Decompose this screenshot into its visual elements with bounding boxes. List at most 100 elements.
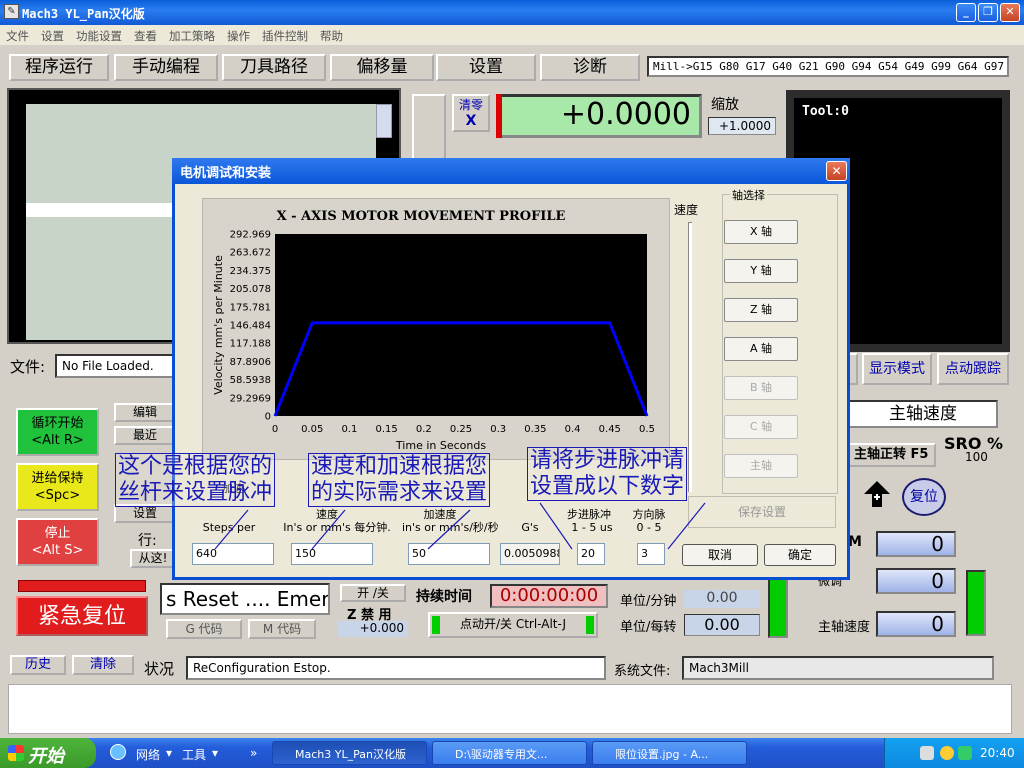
- annotation-box-3: 请将步进脉冲请 设置成以下数字: [527, 447, 688, 501]
- axis-c-button[interactable]: C 轴: [724, 415, 798, 439]
- reset-button[interactable]: 复位: [902, 478, 946, 516]
- x-tick-label: 0.3: [490, 424, 506, 435]
- menu-view[interactable]: 查看: [128, 25, 163, 44]
- clock: 20:40: [980, 746, 1015, 760]
- y-tick-label: 87.8906: [230, 357, 271, 368]
- save-settings-button[interactable]: 保存设置: [688, 496, 836, 528]
- tab-offsets[interactable]: 偏移量: [330, 54, 434, 81]
- spindle-forward-button[interactable]: 主轴正转 F5: [848, 443, 936, 467]
- jog-toggle-button[interactable]: 点动开/关 Ctrl-Alt-J: [428, 612, 598, 638]
- tab-toolpath[interactable]: 刀具路径: [222, 54, 326, 81]
- axis-a-button[interactable]: A 轴: [724, 337, 798, 361]
- jog-follow-button[interactable]: 点动跟踪: [937, 353, 1009, 385]
- dir-pulse-range: 0 - 5: [636, 521, 662, 534]
- menu-operate[interactable]: 操作: [221, 25, 256, 44]
- steps-per-input[interactable]: 640: [192, 543, 274, 565]
- estop-indicator: [18, 580, 146, 592]
- tab-mdi[interactable]: 手动编程: [114, 54, 218, 81]
- menu-toolpath[interactable]: 加工策略: [163, 25, 221, 44]
- ie-icon[interactable]: [110, 744, 126, 760]
- z-inhibit-value[interactable]: +0.000: [338, 621, 408, 637]
- taskbar-item-folder[interactable]: D:\驱动器专用文...: [432, 741, 587, 765]
- home-arrow-icon[interactable]: [862, 479, 892, 509]
- taskbar-item-mach3[interactable]: Mach3 YL_Pan汉化版: [272, 741, 427, 765]
- tab-program-run[interactable]: 程序运行: [9, 54, 109, 81]
- spindle-axis-button[interactable]: 主轴: [724, 454, 798, 478]
- menu-help[interactable]: 帮助: [314, 25, 349, 44]
- feed-hold-button[interactable]: 进给保持 <Spc>: [16, 463, 99, 511]
- dir-pulse-input[interactable]: 3: [637, 543, 665, 565]
- y-tick-label: 0: [265, 412, 271, 423]
- scale-value[interactable]: +1.0000: [708, 117, 776, 135]
- more-chevron-icon[interactable]: »: [250, 746, 257, 760]
- y-tick-label: 117.188: [230, 339, 271, 350]
- y-tick-label: 263.672: [230, 248, 271, 259]
- tab-settings[interactable]: 设置: [436, 54, 536, 81]
- menu-settings[interactable]: 设置: [35, 25, 70, 44]
- tray-speaker-icon[interactable]: [940, 746, 954, 760]
- x-tick-label: 0.35: [524, 424, 546, 435]
- cycle-start-button[interactable]: 循环开始 <Alt R>: [16, 408, 99, 456]
- app-icon[interactable]: ✎: [4, 4, 19, 19]
- close-button[interactable]: ✕: [1000, 3, 1020, 22]
- gcode-button[interactable]: G 代码: [166, 619, 242, 639]
- tools-toolbar[interactable]: 工具: [182, 746, 206, 763]
- network-dropdown-icon[interactable]: ▾: [166, 746, 172, 760]
- x-dro[interactable]: +0.0000: [498, 94, 702, 138]
- display-mode-button[interactable]: 显示模式: [862, 353, 932, 385]
- tab-diagnostics[interactable]: 诊断: [540, 54, 640, 81]
- annotation-3-line-2: 设置成以下数字: [530, 474, 685, 499]
- velocity-input[interactable]: 150: [291, 543, 373, 565]
- minimize-button[interactable]: _: [956, 3, 976, 22]
- run-from-here-button[interactable]: 从这!: [130, 549, 176, 568]
- status-label: 状况: [144, 660, 175, 678]
- velocity-slider[interactable]: [688, 222, 692, 492]
- x-tick-label: 0.15: [375, 424, 397, 435]
- stop-button[interactable]: 停止 <Alt S>: [16, 518, 99, 566]
- recent-button[interactable]: 最近: [114, 426, 176, 445]
- feed-hold-label: 进给保持: [31, 471, 84, 486]
- chart-title: X - AXIS MOTOR MOVEMENT PROFILE: [277, 209, 566, 224]
- clear-button[interactable]: 清除: [72, 655, 134, 675]
- estop-reset-button[interactable]: 紧急复位: [16, 596, 148, 636]
- scale-label: 缩放: [705, 94, 777, 114]
- step-pulse-input[interactable]: 20: [577, 543, 605, 565]
- tray-network-icon[interactable]: [958, 746, 972, 760]
- axis-z-button[interactable]: Z 轴: [724, 298, 798, 322]
- onoff-button[interactable]: 开 /关: [340, 584, 406, 602]
- plot-area: [275, 234, 647, 416]
- menu-plugins[interactable]: 插件控制: [256, 25, 314, 44]
- menu-functions[interactable]: 功能设置: [70, 25, 128, 44]
- edit-button[interactable]: 编辑: [114, 403, 176, 422]
- spindle-field-2[interactable]: 0: [876, 568, 956, 594]
- history-button[interactable]: 历史: [10, 655, 66, 675]
- code-scrollbar[interactable]: [376, 104, 392, 138]
- x-tick-label: 0.2: [416, 424, 432, 435]
- y-tick-label: 234.375: [230, 266, 271, 277]
- spindle-field-3[interactable]: 0: [876, 611, 956, 637]
- axis-y-button[interactable]: Y 轴: [724, 259, 798, 283]
- tray-camera-icon[interactable]: [920, 746, 934, 760]
- units-per-rev-value: 0.00: [684, 614, 760, 636]
- dialog-title: 电机调试和安装: [172, 158, 850, 184]
- annotation-box-1: 这个是根据您的 丝杆来设置脉冲: [115, 453, 276, 507]
- mcode-button[interactable]: M 代码: [248, 619, 316, 639]
- y-axis-label: Velocity mm's per Minute: [212, 255, 225, 395]
- restore-button[interactable]: ❐: [978, 3, 998, 22]
- axis-x-button[interactable]: X 轴: [724, 220, 798, 244]
- zero-x-button[interactable]: 清零 X: [452, 94, 490, 132]
- tools-dropdown-icon[interactable]: ▾: [212, 746, 218, 760]
- acceleration-input[interactable]: 50: [408, 543, 490, 565]
- spindle-speed-label: 主轴速度: [818, 620, 871, 635]
- taskbar-item-image[interactable]: 限位设置.jpg - A...: [592, 741, 747, 765]
- cycle-start-label: 循环开始: [31, 416, 84, 431]
- network-toolbar[interactable]: 网络: [136, 746, 160, 763]
- units-per-min-value: 0.00: [684, 590, 760, 608]
- cancel-button[interactable]: 取消: [682, 544, 758, 566]
- menu-file[interactable]: 文件: [0, 25, 35, 44]
- spindle-field-1[interactable]: 0: [876, 531, 956, 557]
- dialog-close-button[interactable]: ✕: [826, 161, 847, 181]
- axis-b-button[interactable]: B 轴: [724, 376, 798, 400]
- ok-button[interactable]: 确定: [764, 544, 836, 566]
- tool-label: Tool:0: [802, 104, 849, 119]
